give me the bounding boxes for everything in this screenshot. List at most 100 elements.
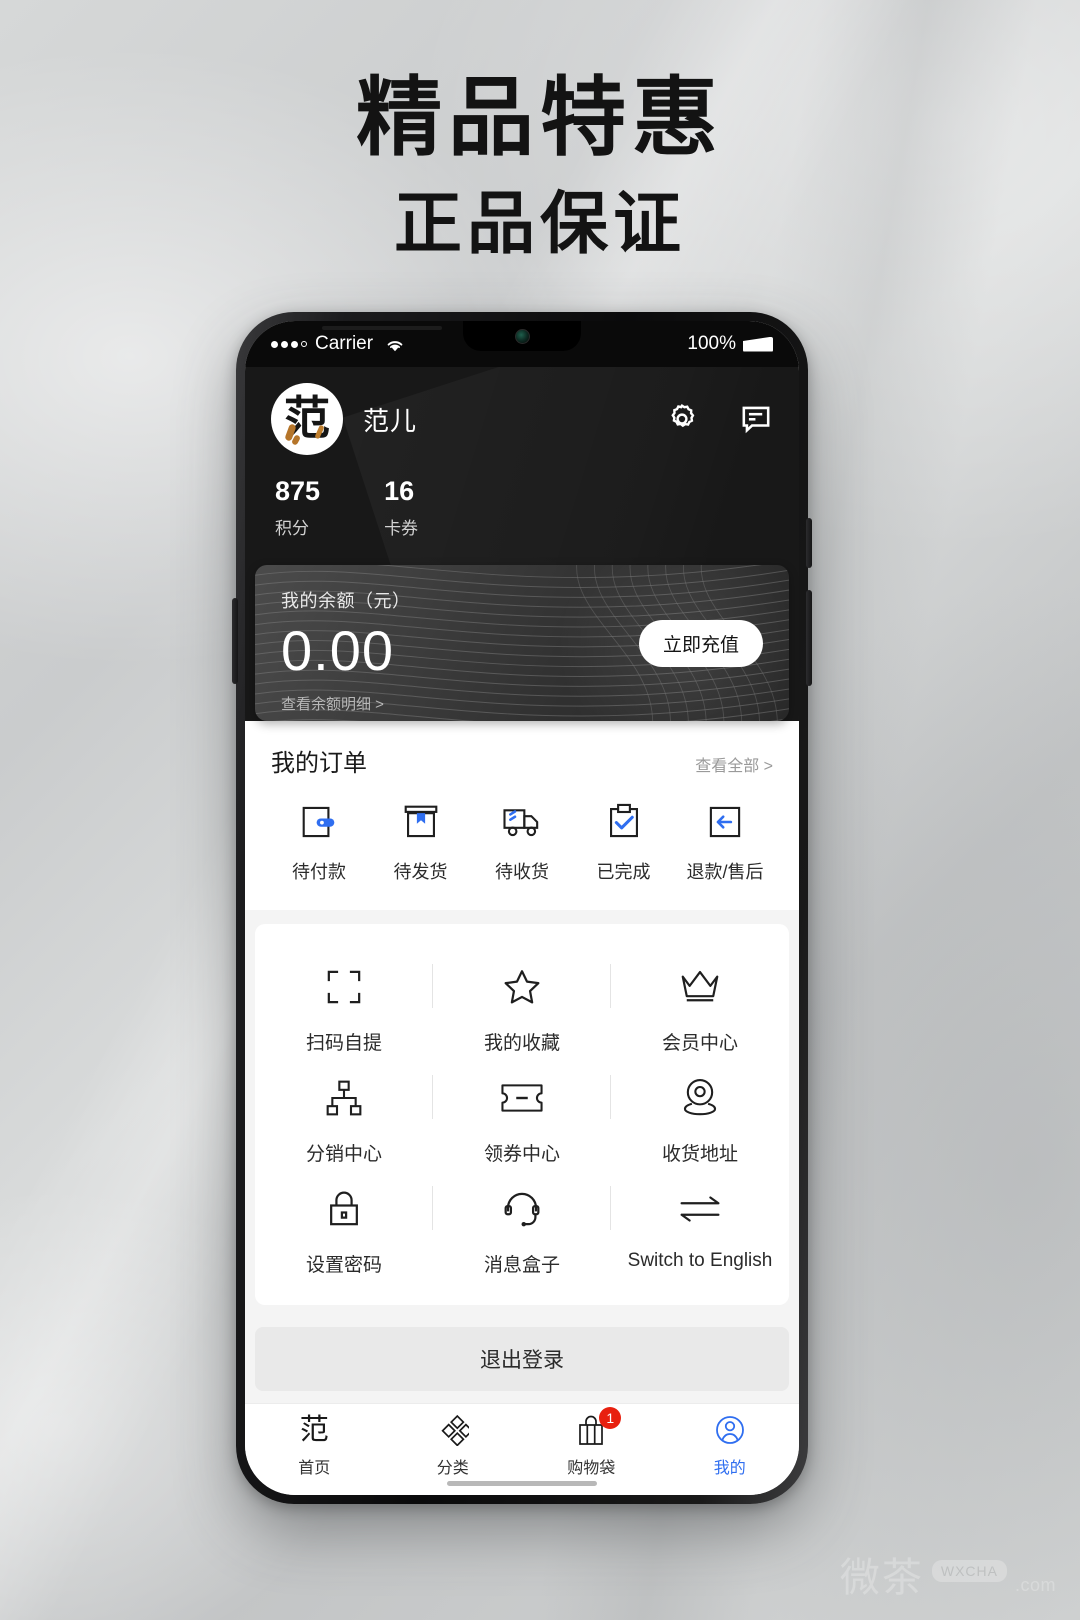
orders-row: 待付款 待发货 待收货 已完成 退款/售后: [271, 800, 773, 884]
grid-item-label: 我的收藏: [483, 1032, 560, 1054]
signal-dots-icon: [271, 340, 307, 348]
home-brand-glyph: 范: [299, 1413, 329, 1446]
tab-label: 我的: [713, 1460, 746, 1477]
scan-icon: [323, 964, 365, 1010]
status-bar-right: 100%: [687, 333, 773, 355]
balance-card[interactable]: 我的余额（元） 0.00 查看余额明细 > 立即充值: [255, 564, 789, 721]
clipboard-check-icon: [604, 800, 644, 844]
grid-item-label: 分销中心: [305, 1143, 382, 1165]
order-status-label: 已完成: [596, 861, 651, 882]
wifi-icon: [385, 337, 405, 352]
swap-arrows-icon: [677, 1186, 723, 1232]
stat-points-value: 875: [275, 476, 321, 506]
headline-line-1: 精品特惠: [356, 70, 724, 166]
stat-points[interactable]: 875 积分: [275, 476, 321, 539]
grid-item-favorites[interactable]: 我的收藏: [433, 950, 611, 1061]
shopping-bag-badge: 1: [599, 1407, 622, 1429]
status-bar-left: Carrier: [271, 333, 405, 355]
recharge-button[interactable]: 立即充值: [638, 619, 763, 667]
phone-mockup: Carrier 100% 范 范儿 875 积分 16 卡券 我的余额（元） 0…: [232, 312, 812, 1504]
app-screen: Carrier 100% 范 范儿 875 积分 16 卡券 我的余额（元） 0…: [245, 321, 799, 1495]
ticket-icon: [499, 1075, 545, 1121]
camera-notch: [463, 321, 581, 351]
profile-header: 范 范儿 875 积分 16 卡券: [245, 367, 799, 565]
home-brand-icon: 范: [300, 1413, 329, 1447]
headset-icon: [501, 1186, 543, 1232]
poster-headline: 精品特惠 正品保证: [0, 72, 1080, 262]
stat-coupons-value: 16: [384, 476, 415, 506]
orders-title: 我的订单: [271, 749, 367, 777]
truck-icon: [501, 800, 543, 844]
grid-item-shipping-address[interactable]: 收货地址: [611, 1061, 789, 1172]
tab-profile[interactable]: 我的: [661, 1413, 800, 1478]
grid-item-membership[interactable]: 会员中心: [611, 950, 789, 1061]
grid-item-scan-pickup[interactable]: 扫码自提: [255, 950, 433, 1061]
tab-label: 分类: [436, 1460, 469, 1477]
user-icon: [714, 1413, 746, 1447]
grid-item-label: 扫码自提: [305, 1032, 382, 1054]
phone-power-button[interactable]: [806, 590, 812, 686]
order-status-pending-receipt[interactable]: 待收货: [474, 800, 570, 884]
tab-categories[interactable]: 分类: [384, 1413, 523, 1478]
status-bar: Carrier 100%: [245, 321, 799, 367]
grid-item-message-box[interactable]: 消息盒子: [433, 1172, 611, 1283]
order-status-pending-shipment[interactable]: 待发货: [373, 800, 469, 884]
categories-icon: [437, 1413, 469, 1447]
stat-coupons-label: 卡券: [384, 518, 419, 538]
order-status-label: 待收货: [495, 861, 549, 882]
tab-label: 购物袋: [567, 1460, 616, 1477]
balance-label: 我的余额（元）: [281, 590, 411, 611]
lock-icon: [323, 1186, 365, 1232]
grid-item-label: 设置密码: [305, 1254, 382, 1276]
location-pin-icon: [679, 1075, 721, 1121]
header-actions: [665, 402, 773, 436]
grid-item-label: 收货地址: [661, 1143, 738, 1165]
watermark-domain: .com: [1014, 1575, 1056, 1595]
tab-shopping-bag[interactable]: 1 购物袋: [522, 1407, 661, 1478]
orders-view-all-link[interactable]: 查看全部 >: [695, 752, 773, 776]
order-status-pending-payment[interactable]: 待付款: [271, 800, 367, 884]
page-content: 我的订单 查看全部 > 待付款 待发货 待收货 已完成 退款/售后 扫码自提 我…: [245, 720, 799, 1403]
grid-item-label: Switch to English: [627, 1249, 773, 1271]
service-grid-panel: 扫码自提 我的收藏 会员中心 分销中心 领券中心 收货地址 设置密码 消息盒子 …: [255, 923, 789, 1305]
grid-item-set-password[interactable]: 设置密码: [255, 1172, 433, 1283]
order-status-completed[interactable]: 已完成: [576, 800, 672, 884]
grid-item-distribution[interactable]: 分销中心: [255, 1061, 433, 1172]
battery-percent-label: 100%: [687, 333, 736, 354]
crown-icon: [677, 964, 723, 1010]
watermark-badge: WXCHA: [931, 1560, 1007, 1582]
carrier-label: Carrier: [315, 333, 374, 354]
phone-left-button[interactable]: [232, 598, 238, 684]
order-status-refund-aftersale[interactable]: 退款/售后: [677, 800, 773, 884]
stat-coupons[interactable]: 16 卡券: [384, 476, 419, 539]
battery-icon: [743, 336, 773, 352]
balance-card-wrapper: 我的余额（元） 0.00 查看余额明细 > 立即充值: [245, 564, 799, 721]
orders-header: 我的订单 查看全部 >: [271, 743, 773, 778]
tab-home[interactable]: 范 首页: [245, 1413, 384, 1478]
package-icon: [401, 800, 441, 844]
headline-line-2: 正品保证: [393, 185, 686, 262]
balance-detail-link[interactable]: 查看余额明细 >: [281, 693, 763, 714]
phone-bezel: Carrier 100% 范 范儿 875 积分 16 卡券 我的余额（元） 0…: [245, 321, 799, 1495]
grid-item-switch-language[interactable]: Switch to English: [611, 1172, 789, 1283]
watermark: 微茶 WXCHA .com: [840, 1558, 1056, 1598]
order-status-label: 退款/售后: [686, 861, 764, 882]
grid-item-coupon-center[interactable]: 领券中心: [433, 1061, 611, 1172]
grid-item-label: 消息盒子: [483, 1254, 560, 1276]
logout-button[interactable]: 退出登录: [255, 1326, 789, 1391]
star-icon: [501, 964, 543, 1010]
grid-item-label: 领券中心: [483, 1143, 560, 1165]
return-arrow-icon: [705, 800, 745, 844]
orders-panel: 我的订单 查看全部 > 待付款 待发货 待收货 已完成 退款/售后: [245, 720, 799, 910]
grid-item-label: 会员中心: [661, 1032, 738, 1054]
stat-points-label: 积分: [275, 518, 309, 538]
shopping-bag-icon: 1: [575, 1407, 622, 1447]
user-row: 范 范儿: [271, 383, 773, 455]
wallet-icon: [299, 800, 339, 844]
message-icon[interactable]: [739, 402, 773, 436]
network-icon: [323, 1075, 365, 1121]
phone-volume-button[interactable]: [806, 518, 812, 568]
tab-label: 首页: [298, 1460, 331, 1477]
gear-icon[interactable]: [665, 402, 699, 436]
avatar[interactable]: 范: [271, 383, 343, 455]
